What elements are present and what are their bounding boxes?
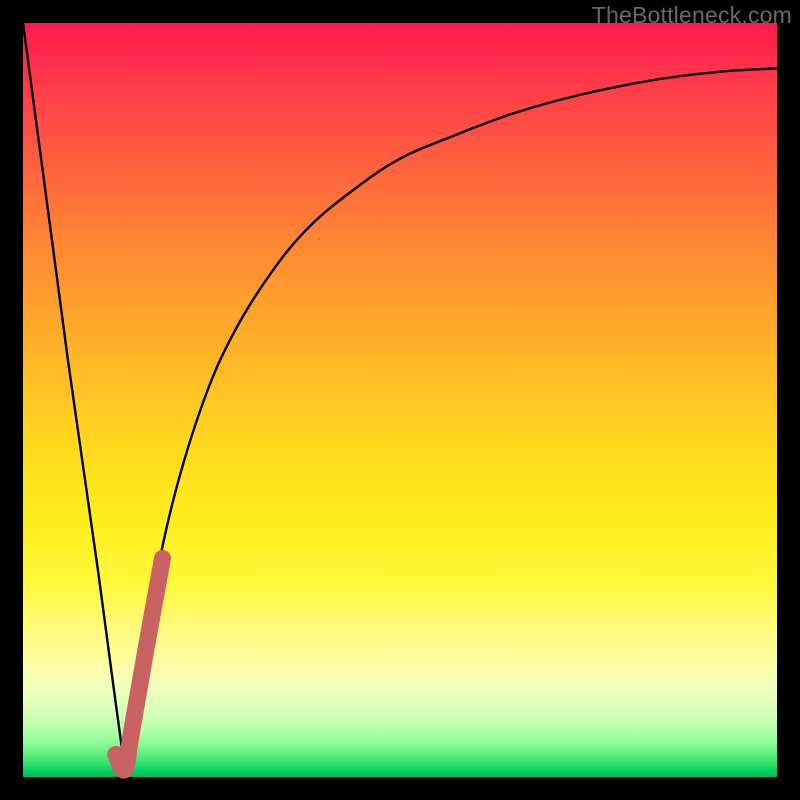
curve-layer	[23, 23, 777, 777]
left-descending-curve	[23, 23, 125, 769]
chart-frame: TheBottleneck.com	[0, 0, 800, 800]
right-ascending-curve	[125, 68, 777, 769]
plot-area	[23, 23, 777, 777]
highlight-segment	[116, 558, 163, 770]
